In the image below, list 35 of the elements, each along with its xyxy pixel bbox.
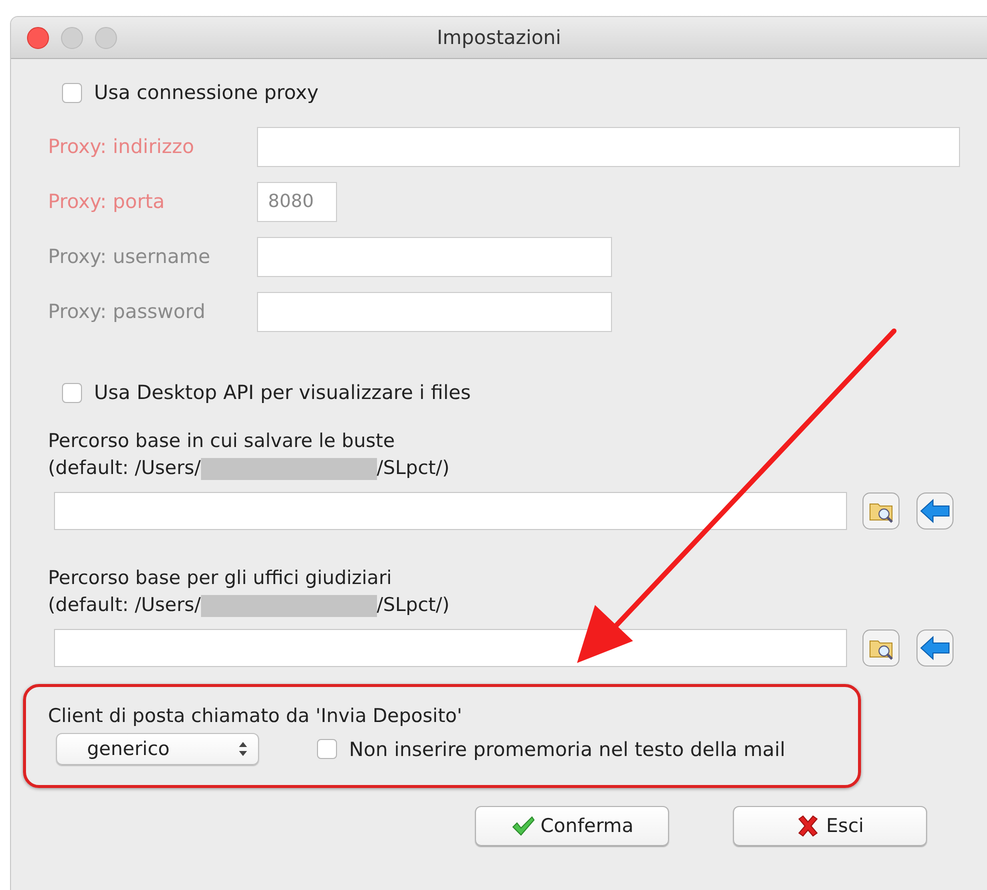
exit-button[interactable]: Esci	[733, 806, 927, 846]
path-field[interactable]	[54, 629, 847, 667]
checkbox[interactable]	[317, 739, 337, 759]
checkbox-label: Non inserire promemoria nel testo della mail	[349, 738, 786, 760]
path-label: Percorso base per gli uffici giudiziari	[48, 566, 393, 591]
mail-client-label: Client di posta chiamato da 'Invia Deposito'	[48, 705, 464, 727]
field-label: Proxy: indirizzo	[48, 135, 196, 158]
path-label: Percorso base in cui salvare le buste	[48, 429, 396, 454]
zoom-button[interactable]	[95, 26, 117, 48]
field-label: Proxy: username	[48, 245, 212, 268]
folder-search-icon[interactable]	[861, 628, 901, 668]
checkmark-icon	[510, 815, 535, 837]
stepper-icon	[238, 740, 248, 758]
window-title: Impostazioni	[436, 26, 562, 49]
checkbox-label: Usa Desktop API per visualizzare i files	[94, 381, 471, 404]
checkbox[interactable]	[62, 82, 82, 102]
path-field[interactable]	[54, 492, 847, 530]
default-path-suffix: /SLpct/)	[376, 593, 450, 618]
folder-search-icon[interactable]	[861, 491, 901, 531]
mail-client-dropdown[interactable]: generico	[56, 733, 259, 765]
field-label: Proxy: porta	[48, 190, 166, 213]
default-path-prefix: (default: /Users/	[48, 593, 201, 618]
minimize-button[interactable]	[61, 26, 83, 48]
proxy-field[interactable]	[257, 126, 960, 166]
close-window-button[interactable]	[27, 26, 49, 48]
proxy-field[interactable]	[257, 236, 612, 276]
checkbox-label: Usa connessione proxy	[94, 81, 319, 104]
default-path-prefix: (default: /Users/	[48, 456, 201, 481]
confirm-button[interactable]: Conferma	[475, 806, 669, 846]
proxy-field[interactable]	[257, 292, 612, 332]
proxy-field[interactable]: 8080	[257, 182, 337, 222]
checkbox[interactable]	[62, 382, 82, 402]
default-path-suffix: /SLpct/)	[376, 456, 450, 481]
cross-icon	[796, 815, 820, 837]
field-label: Proxy: password	[48, 300, 206, 323]
